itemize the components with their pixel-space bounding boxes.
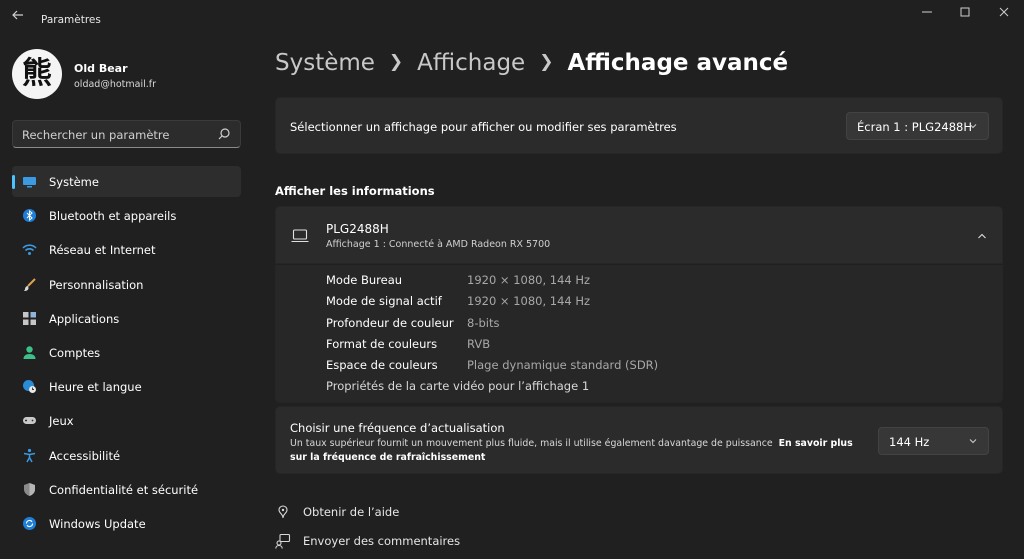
display-info-header[interactable]: PLG2488H Affichage 1 : Connecté à AMD Ra… — [275, 206, 1003, 264]
info-value: Plage dynamique standard (SDR) — [467, 358, 659, 372]
refresh-rate-value: 144 Hz — [889, 435, 930, 449]
section-title: Afficher les informations — [275, 184, 435, 198]
sidebar-item-label: Système — [49, 175, 99, 189]
sidebar-item-label: Heure et langue — [49, 380, 142, 395]
sidebar-item-label: Réseau et Internet — [49, 243, 156, 258]
info-value: 1920 × 1080, 144 Hz — [467, 273, 591, 287]
breadcrumb: Système ❯ Affichage ❯ Affichage avancé — [275, 50, 788, 82]
info-label: Mode de signal actif — [326, 294, 442, 308]
close-button[interactable] — [994, 6, 1014, 22]
apps-icon — [23, 311, 36, 325]
sidebar-item-jeux[interactable]: Jeux — [12, 405, 241, 436]
chevron-up-icon[interactable] — [976, 230, 988, 242]
info-value: 8-bits — [467, 316, 500, 330]
minimize-icon — [922, 11, 932, 13]
user-email: oldad@hotmail.fr — [74, 79, 157, 90]
display-info-body: Mode Bureau 1920 × 1080, 144 Hz Mode de … — [275, 265, 1003, 403]
send-feedback-label: Envoyer des commentaires — [303, 534, 461, 548]
brush-icon — [24, 277, 36, 291]
globe-clock-icon — [23, 380, 36, 394]
sidebar-item-label: Bluetooth et appareils — [49, 209, 177, 224]
close-icon — [999, 7, 1009, 17]
info-label: Format de couleurs — [326, 337, 438, 351]
sidebar-item-accessibilite[interactable]: Accessibilité — [12, 440, 241, 471]
bluetooth-icon — [23, 209, 36, 223]
sidebar-item-systeme[interactable]: Système — [12, 166, 241, 197]
info-label: Espace de couleurs — [326, 358, 438, 372]
refresh-rate-card: Choisir une fréquence d’actualisation Un… — [275, 406, 1003, 474]
avatar: 熊 — [12, 49, 62, 99]
chevron-down-icon — [969, 124, 977, 129]
sidebar-item-heure-langue[interactable]: Heure et langue — [12, 371, 241, 402]
chevron-right-icon: ❯ — [388, 52, 404, 72]
sidebar-item-label: Accessibilité — [49, 448, 121, 463]
display-select-label: Sélectionner un affichage pour afficher … — [290, 120, 677, 134]
search-placeholder: Rechercher un paramètre — [22, 128, 170, 142]
device-name: PLG2488H — [326, 222, 389, 236]
chevron-right-icon: ❯ — [539, 52, 554, 72]
info-label: Mode Bureau — [326, 273, 403, 287]
arrow-left-icon — [12, 10, 23, 20]
sidebar-item-windows-update[interactable]: Windows Update — [12, 508, 241, 539]
refresh-rate-description: Un taux supérieur fournit un mouvement p… — [290, 437, 870, 465]
display-dropdown[interactable]: Écran 1 : PLG2488H — [846, 112, 989, 140]
user-name: Old Bear — [74, 62, 128, 75]
sidebar-item-personnalisation[interactable]: Personnalisation — [12, 269, 241, 300]
refresh-rate-dropdown[interactable]: 144 Hz — [878, 427, 989, 455]
info-label: Profondeur de couleur — [326, 316, 454, 330]
sidebar-item-label: Comptes — [49, 345, 101, 360]
feedback-icon — [275, 533, 291, 549]
maximize-icon — [960, 7, 970, 17]
adapter-properties-link[interactable]: Propriétés de la carte vidéo pour l’affi… — [326, 379, 589, 393]
back-button[interactable] — [8, 8, 28, 28]
sidebar-nav: Système Bluetooth et appareils Réseau et… — [12, 166, 241, 542]
sidebar-item-bluetooth[interactable]: Bluetooth et appareils — [12, 200, 241, 231]
info-value: 1920 × 1080, 144 Hz — [467, 294, 591, 308]
breadcrumb-affichage[interactable]: Affichage — [417, 50, 525, 76]
refresh-rate-desc-text: Un taux supérieur fournit un mouvement p… — [290, 438, 773, 449]
sidebar-item-label: Confidentialité et sécurité — [49, 482, 199, 497]
wifi-icon — [22, 244, 37, 256]
gamepad-icon — [23, 417, 36, 425]
help-icon — [278, 505, 288, 519]
display-select-card: Sélectionner un affichage pour afficher … — [275, 97, 1003, 154]
minimize-button[interactable] — [917, 6, 937, 22]
info-value: RVB — [467, 337, 491, 351]
title-bar: Paramètres — [0, 0, 1024, 36]
laptop-icon — [291, 229, 309, 243]
sidebar-item-comptes[interactable]: Comptes — [12, 337, 241, 368]
display-dropdown-value: Écran 1 : PLG2488H — [857, 120, 972, 134]
breadcrumb-systeme[interactable]: Système — [275, 50, 375, 76]
sidebar-item-reseau[interactable]: Réseau et Internet — [12, 234, 241, 265]
sidebar-item-applications[interactable]: Applications — [12, 303, 241, 334]
sidebar-item-label: Applications — [49, 311, 120, 326]
search-icon — [218, 128, 230, 140]
accessibility-icon — [23, 448, 36, 462]
page-title: Affichage avancé — [567, 50, 789, 76]
refresh-rate-title: Choisir une fréquence d’actualisation — [290, 421, 505, 435]
sidebar-item-label: Jeux — [49, 414, 74, 429]
search-input[interactable]: Rechercher un paramètre — [12, 120, 241, 148]
sidebar-item-label: Personnalisation — [49, 277, 144, 292]
chevron-down-icon — [969, 439, 977, 444]
get-help-label: Obtenir de l’aide — [303, 505, 400, 519]
person-icon — [23, 346, 36, 359]
update-icon — [23, 516, 36, 530]
maximize-button[interactable] — [955, 6, 975, 22]
monitor-icon — [23, 177, 36, 188]
device-subtitle: Affichage 1 : Connecté à AMD Radeon RX 5… — [326, 239, 551, 250]
sidebar-item-confidentialite[interactable]: Confidentialité et sécurité — [12, 474, 241, 505]
shield-icon — [24, 482, 35, 496]
sidebar-item-label: Windows Update — [49, 516, 146, 531]
app-title: Paramètres — [41, 14, 101, 26]
